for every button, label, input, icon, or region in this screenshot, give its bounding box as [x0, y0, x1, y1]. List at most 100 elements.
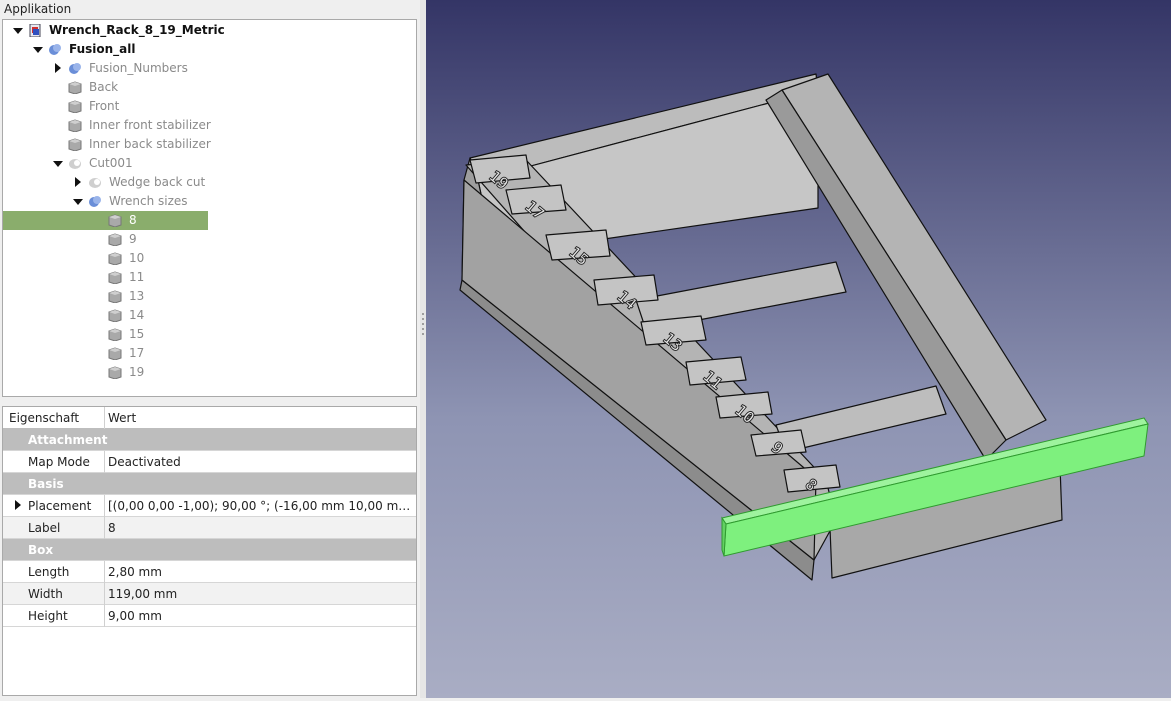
document-icon	[28, 23, 42, 38]
tree-item-label: 8	[129, 213, 137, 227]
property-name: Width	[28, 587, 63, 601]
tree-item-label: 9	[129, 232, 137, 246]
expand-arrow-icon[interactable]	[11, 21, 23, 40]
property-group-row[interactable]: Basis	[3, 473, 416, 495]
tree-item[interactable]: Front	[3, 97, 416, 116]
expand-arrow-icon[interactable]	[31, 40, 43, 59]
property-group-label: Attachment	[28, 433, 108, 447]
property-value[interactable]: 8	[108, 517, 414, 539]
property-name: Length	[28, 565, 70, 579]
box-icon	[108, 271, 122, 285]
tree-item[interactable]: Fusion_all	[3, 40, 416, 59]
property-name: Map Mode	[28, 455, 90, 469]
panel-splitter-handle[interactable]	[195, 399, 223, 409]
tree-item-label: Front	[89, 99, 120, 113]
property-group-row[interactable]: Box	[3, 539, 416, 561]
property-value[interactable]: 119,00 mm	[108, 583, 414, 605]
property-row[interactable]: Label 8	[3, 517, 416, 539]
tree-item[interactable]: Wrench_Rack_8_19_Metric	[3, 21, 416, 40]
tree-item[interactable]: 13	[3, 287, 416, 306]
tree-item-label: 14	[129, 308, 145, 322]
box-icon	[108, 290, 122, 304]
tree-item-label: Inner front stabilizer	[89, 118, 211, 132]
cut-icon	[68, 157, 82, 170]
property-group-label: Box	[28, 543, 54, 557]
tree-item-label: 15	[129, 327, 145, 341]
tree-item[interactable]: Inner front stabilizer	[3, 116, 416, 135]
tree-item-label: Cut001	[89, 156, 133, 170]
tree-item-label: 19	[129, 365, 145, 379]
property-column-header: Eigenschaft	[9, 411, 80, 425]
cut-icon	[88, 176, 102, 189]
fusion-icon	[68, 62, 82, 75]
property-row[interactable]: Map Mode Deactivated	[3, 451, 416, 473]
property-name: Placement	[28, 499, 92, 513]
expand-arrow-icon[interactable]	[51, 154, 63, 173]
property-group-row[interactable]: Attachment	[3, 429, 416, 451]
fusion-icon	[88, 195, 102, 208]
tree-item-label: Back	[89, 80, 119, 94]
tree-item-label: Fusion_all	[69, 42, 136, 56]
box-icon	[108, 309, 122, 323]
tree-item-label: Inner back stabilizer	[89, 137, 211, 151]
box-icon	[68, 119, 82, 133]
value-column-header: Wert	[108, 411, 137, 425]
tree-item-label: Wrench_Rack_8_19_Metric	[49, 23, 225, 37]
tree-item-label: Wrench sizes	[109, 194, 188, 208]
tree-item[interactable]: 14	[3, 306, 416, 325]
box-icon	[108, 366, 122, 380]
property-header-row: Eigenschaft Wert	[3, 407, 416, 429]
tree-item[interactable]: Back	[3, 78, 416, 97]
tree-item-label: 10	[129, 251, 145, 265]
fusion-icon	[48, 43, 62, 56]
property-name: Height	[28, 609, 68, 623]
tree-item[interactable]: 8	[3, 211, 208, 230]
slotted-block-face	[461, 179, 817, 561]
box-icon	[108, 214, 122, 228]
box-icon	[68, 138, 82, 152]
tree-item[interactable]: Cut001	[3, 154, 416, 173]
box-icon	[68, 81, 82, 95]
tree-item[interactable]: Wrench sizes	[3, 192, 416, 211]
tree-item-label: 17	[129, 346, 145, 360]
tree-item[interactable]: Wedge back cut	[3, 173, 416, 192]
property-row[interactable]: Height 9,00 mm	[3, 605, 416, 627]
property-row[interactable]: Length 2,80 mm	[3, 561, 416, 583]
property-group-label: Basis	[28, 477, 64, 491]
expand-arrow-icon[interactable]	[11, 496, 23, 515]
property-value[interactable]: [(0,00 0,00 -1,00); 90,00 °; (-16,00 mm …	[108, 495, 414, 517]
right-wall-top	[781, 73, 1047, 441]
property-value[interactable]: 2,80 mm	[108, 561, 414, 583]
expand-arrow-icon[interactable]	[71, 192, 83, 211]
tree-item-label: Fusion_Numbers	[89, 61, 188, 75]
collapse-arrow-icon[interactable]	[51, 59, 63, 78]
tree-item[interactable]: Inner back stabilizer	[3, 135, 416, 154]
left-panel: Applikation Wrench_Rack_8_19_Metric Fusio…	[0, 0, 420, 698]
property-value[interactable]: 9,00 mm	[108, 605, 414, 627]
tree-item[interactable]: 10	[3, 249, 416, 268]
tree-item-label: 11	[129, 270, 145, 284]
property-row[interactable]: Placement [(0,00 0,00 -1,00); 90,00 °; (-…	[3, 495, 416, 517]
3d-viewport[interactable]: 19 17 15 14 13 11 10 9 8	[426, 0, 1171, 698]
collapse-arrow-icon[interactable]	[71, 173, 83, 192]
tree-item[interactable]: 9	[3, 230, 416, 249]
tree-item-label: 13	[129, 289, 145, 303]
tree-item[interactable]: 11	[3, 268, 416, 287]
property-name: Label	[28, 521, 61, 535]
tree-item[interactable]: Fusion_Numbers	[3, 59, 416, 78]
property-value[interactable]: Deactivated	[108, 451, 414, 473]
tree-item[interactable]: 17	[3, 344, 416, 363]
tree-item-label: Wedge back cut	[109, 175, 206, 189]
box-icon	[108, 233, 122, 247]
tree-header: Applikation	[4, 2, 72, 16]
box-icon	[68, 100, 82, 114]
model-tree[interactable]: Wrench_Rack_8_19_Metric Fusion_all Fusion_…	[2, 19, 417, 397]
property-row[interactable]: Width 119,00 mm	[3, 583, 416, 605]
tree-item[interactable]: 19	[3, 363, 416, 382]
box-icon	[108, 328, 122, 342]
box-icon	[108, 252, 122, 266]
box-icon	[108, 347, 122, 361]
property-editor[interactable]: Eigenschaft Wert Attachment Map Mode Deact…	[2, 406, 417, 696]
wrench-rack-model: 1917151413111098	[459, 73, 1149, 581]
tree-item[interactable]: 15	[3, 325, 416, 344]
